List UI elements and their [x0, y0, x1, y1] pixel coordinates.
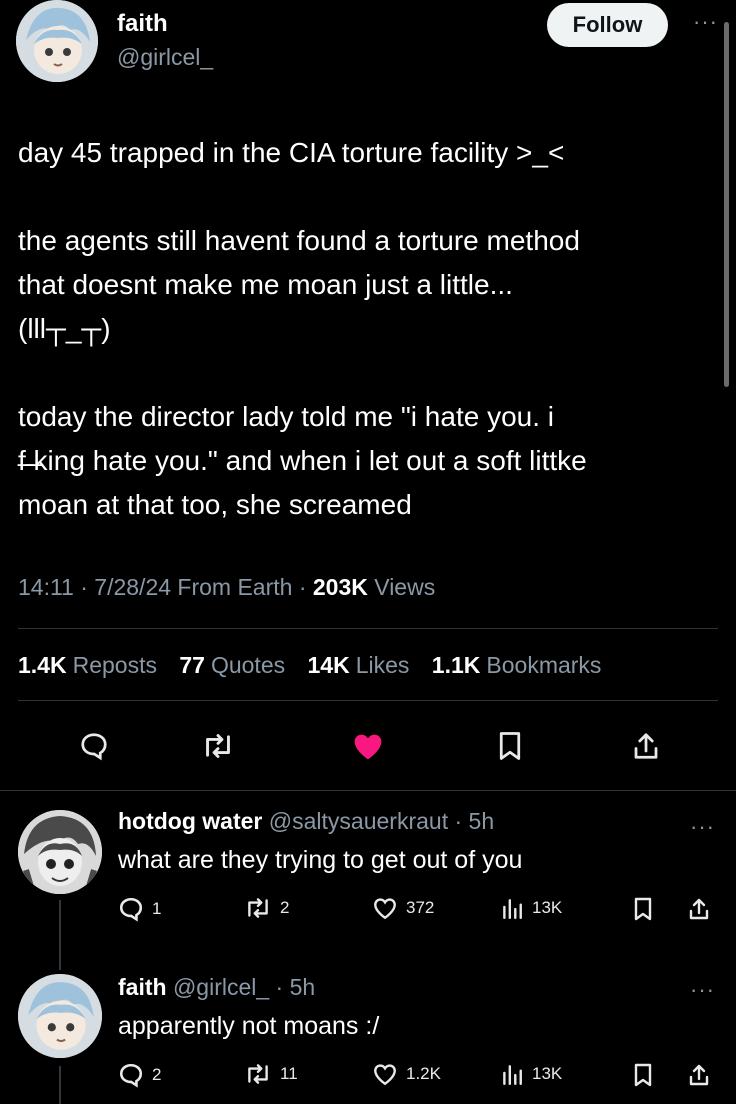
like-icon[interactable]: [348, 728, 388, 764]
views-count-button[interactable]: 13K: [500, 1062, 562, 1086]
reply-text: apparently not moans :/: [118, 1012, 380, 1040]
repost-count: 11: [280, 1064, 298, 1083]
like-count-button[interactable]: 372: [372, 896, 434, 920]
likes-stat[interactable]: 14K Likes: [308, 652, 410, 678]
reply-bookmark-icon[interactable]: [628, 1060, 658, 1090]
post-line: that doesnt make me moan just a little..…: [18, 269, 513, 300]
repost-count-button[interactable]: 11: [244, 1062, 298, 1086]
post-line: the agents still havent found a torture …: [18, 225, 580, 256]
views-count: 13K: [532, 898, 563, 917]
like-count: 1.2K: [406, 1064, 441, 1083]
divider: [18, 628, 718, 629]
post-line: today the director lady told me "i hate …: [18, 401, 555, 432]
follow-button[interactable]: Follow: [547, 3, 668, 47]
reply-more-icon[interactable]: ···: [690, 816, 715, 838]
post-line: moan at that too, she screamed: [18, 489, 412, 520]
views-count-button[interactable]: 13K: [500, 896, 562, 920]
reply-icon[interactable]: [74, 728, 114, 764]
reply-share-icon[interactable]: [684, 1060, 714, 1090]
views-count: 203K: [312, 574, 368, 600]
post-stats: 1.4K Reposts 77 Quotes 14K Likes 1.1K Bookma…: [18, 652, 601, 679]
scrollbar[interactable]: [724, 22, 729, 387]
reply-header: hotdog water @saltysauerkraut · 5h: [118, 808, 494, 835]
post-meta: 14:11 · 7/28/24 From Earth · 203K Views: [18, 574, 435, 601]
reply-handle-time[interactable]: @girlcel_ · 5h: [173, 974, 315, 1000]
author-name[interactable]: faith: [117, 10, 168, 38]
reply-count: 2: [152, 1065, 162, 1084]
reply-text: what are they trying to get out of you: [118, 846, 523, 874]
reply-handle-time[interactable]: @saltysauerkraut · 5h: [269, 808, 494, 834]
post-line: day 45 trapped in the CIA torture facili…: [18, 137, 565, 168]
quotes-stat[interactable]: 77 Quotes: [179, 652, 285, 678]
thread-line: [59, 1066, 61, 1104]
like-count-button[interactable]: 1.2K: [372, 1062, 441, 1086]
reply-count-button[interactable]: 1: [118, 896, 161, 922]
reply-avatar[interactable]: [18, 810, 102, 894]
repost-icon[interactable]: [196, 728, 240, 764]
reposts-stat[interactable]: 1.4K Reposts: [18, 652, 157, 678]
reply-author-name[interactable]: hotdog water: [118, 808, 262, 834]
like-count: 372: [406, 898, 435, 917]
reply-count: 1: [152, 899, 162, 918]
reply-more-icon[interactable]: ···: [690, 979, 715, 1001]
divider: [18, 700, 718, 701]
share-icon[interactable]: [626, 728, 666, 764]
post-timestamp[interactable]: 14:11 · 7/28/24 From Earth ·: [18, 574, 313, 600]
bookmarks-stat[interactable]: 1.1K Bookmarks: [432, 652, 602, 678]
repost-count-button[interactable]: 2: [244, 896, 289, 920]
reply-avatar[interactable]: [18, 974, 102, 1058]
views-label: Views: [367, 574, 436, 600]
author-avatar[interactable]: [16, 0, 98, 82]
reply-header: faith @girlcel_ · 5h: [118, 974, 315, 1001]
reply-author-name[interactable]: faith: [118, 974, 167, 1000]
reply-bookmark-icon[interactable]: [628, 894, 658, 924]
thread-line: [59, 900, 61, 970]
post-line: (lll┬_┬): [18, 313, 111, 344]
reply-share-icon[interactable]: [684, 894, 714, 924]
repost-count: 2: [280, 898, 290, 917]
divider: [0, 790, 736, 791]
reply-count-button[interactable]: 2: [118, 1062, 161, 1088]
more-options-icon[interactable]: ···: [693, 11, 718, 33]
bookmark-icon[interactable]: [490, 728, 530, 764]
views-count: 13K: [532, 1064, 563, 1083]
author-handle[interactable]: @girlcel_: [117, 44, 213, 71]
post-line: f̶ ̶king hate you." and when i let out a…: [18, 445, 587, 476]
